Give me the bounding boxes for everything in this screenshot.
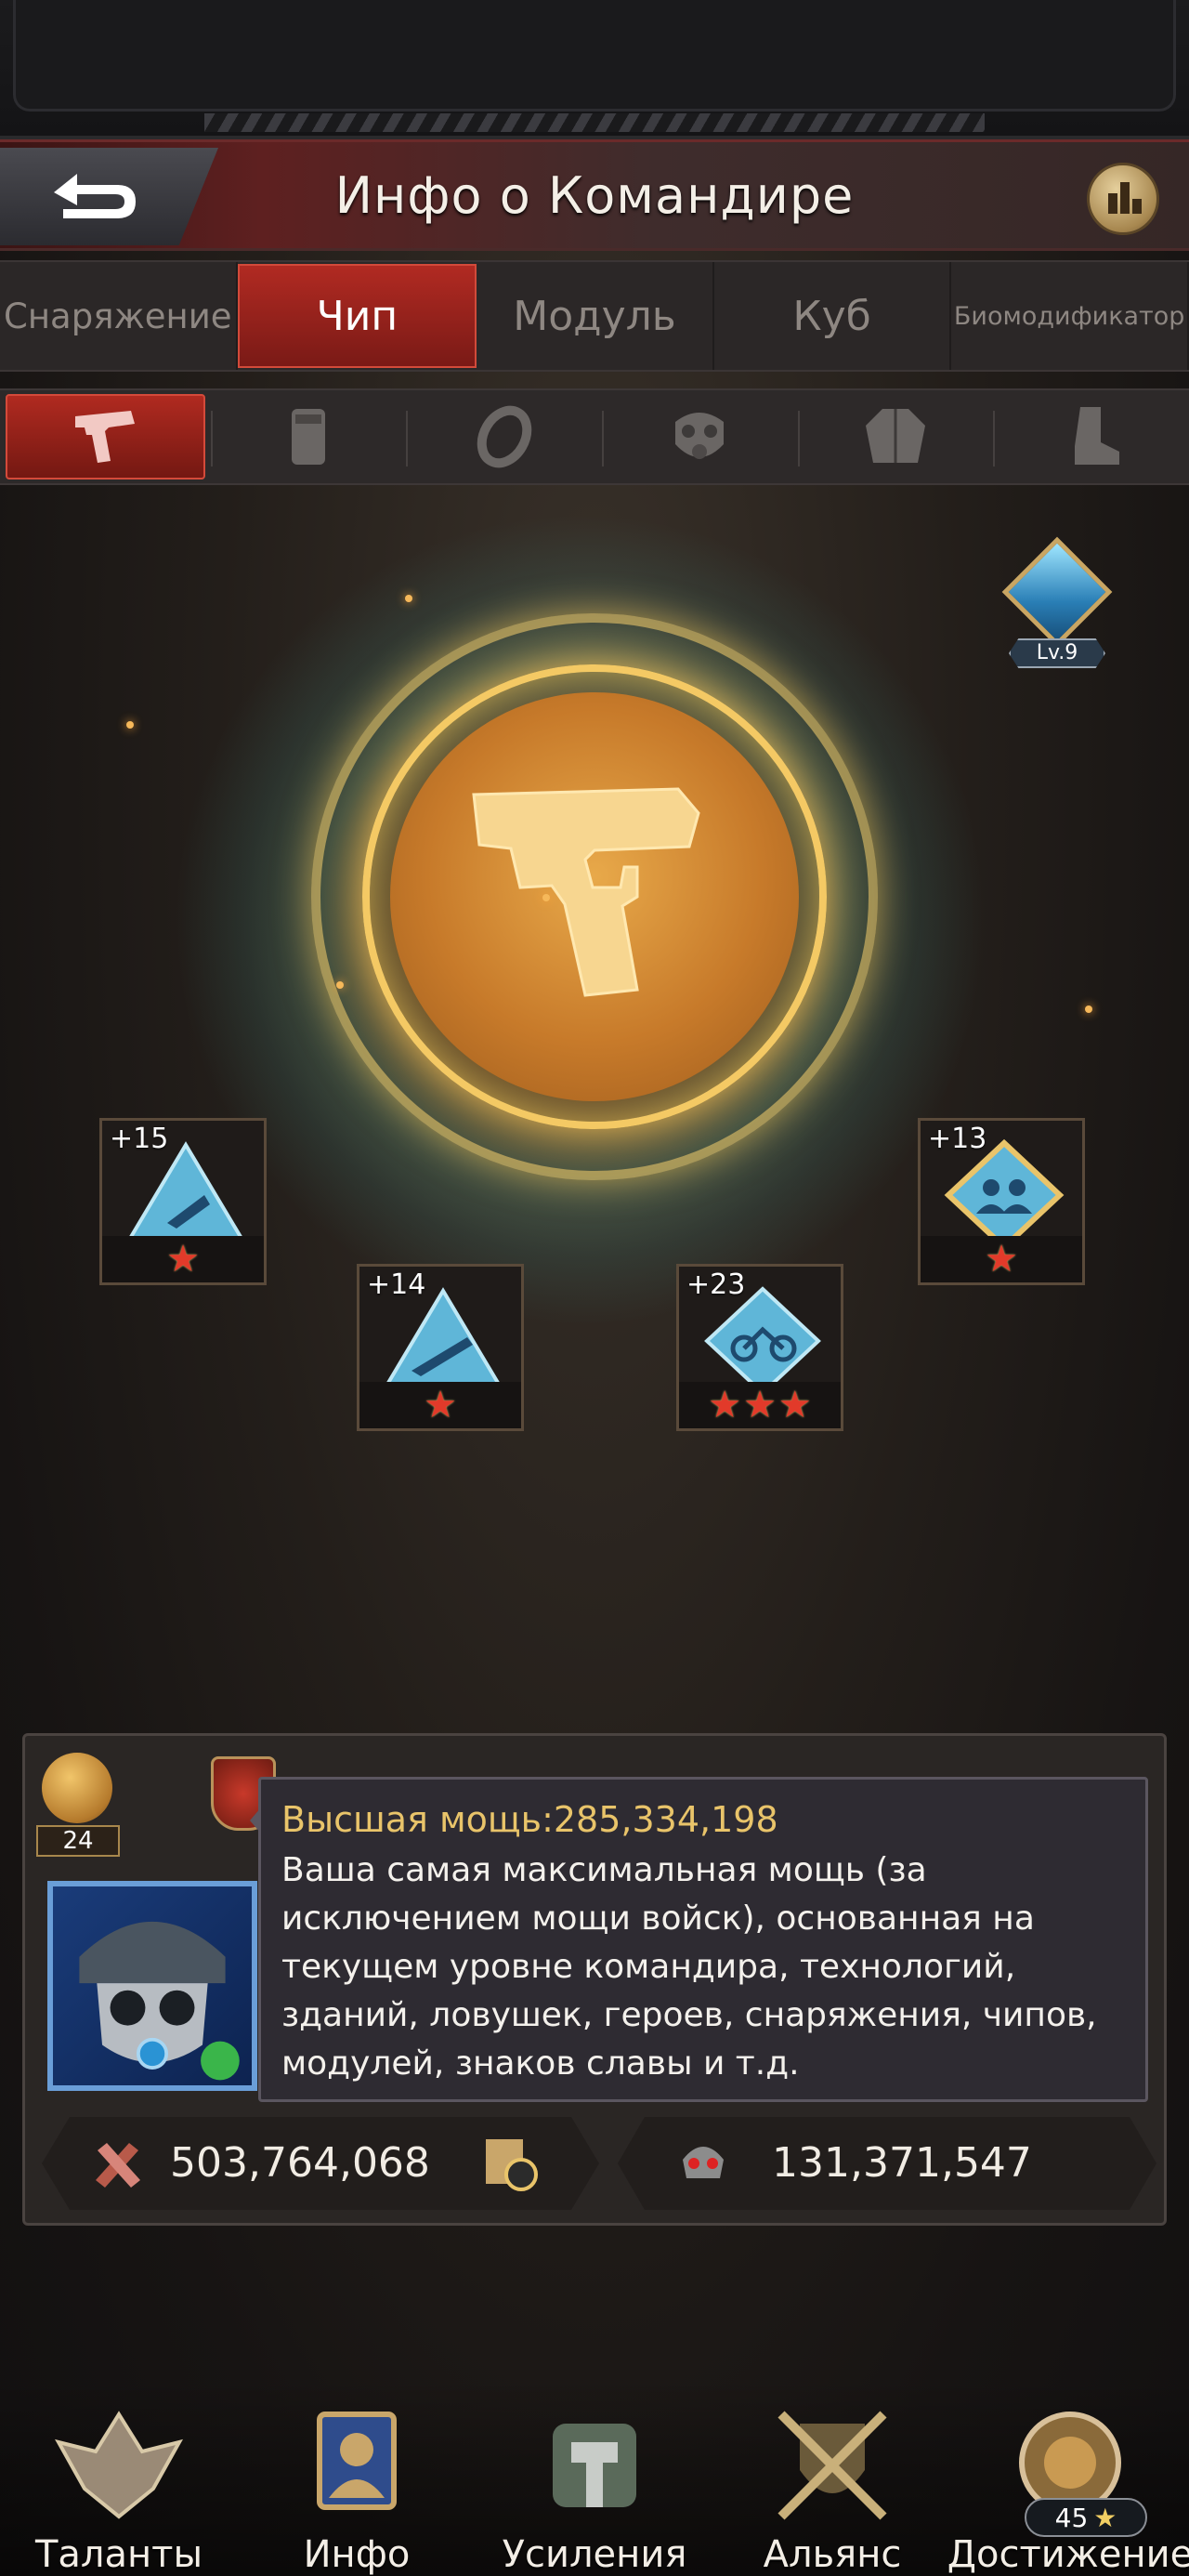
star-rating: ★	[102, 1236, 264, 1282]
nav-label: Таланты	[34, 2533, 203, 2576]
eagle-wings-icon	[54, 2411, 184, 2519]
spark-dot	[1085, 1005, 1092, 1013]
nav-info[interactable]: Инфо	[250, 2379, 464, 2576]
badge-count: 45	[1054, 2502, 1089, 2533]
star-icon: ★	[166, 1238, 200, 1281]
chip-bonus: +23	[686, 1268, 746, 1301]
pistol-icon	[75, 411, 136, 463]
chip-slot-4[interactable]: +13 ★	[918, 1118, 1085, 1285]
star-rating: ★	[921, 1236, 1082, 1282]
top-bezel	[0, 0, 1189, 139]
equipment-slot-bar	[0, 388, 1189, 485]
medal-badge[interactable]: 24	[36, 1753, 120, 1857]
slot-ring[interactable]	[406, 390, 602, 483]
jacket-icon	[866, 409, 926, 463]
spark-dot	[336, 981, 344, 989]
slot-armor[interactable]	[210, 390, 407, 483]
bottom-navigation: Таланты Инфо Усиления Альянс 45 ★ Достиже…	[0, 2379, 1189, 2576]
top-frame	[13, 0, 1176, 112]
commander-info-screen: Инфо о Командире Снаряжение Чип Модуль К…	[0, 0, 1189, 2576]
spark-dot	[542, 894, 550, 901]
slot-jacket[interactable]	[797, 390, 994, 483]
ranking-bar-icon	[1108, 193, 1117, 214]
commander-profile-icon	[317, 2412, 397, 2510]
star-icon: ★	[424, 1384, 457, 1426]
chip-bonus: +15	[110, 1123, 169, 1155]
chip-bonus: +13	[928, 1123, 987, 1155]
nav-label: Достижение	[947, 2533, 1189, 2576]
diamond-troops-chip-icon	[944, 1139, 1065, 1251]
kills-value: 131,371,547	[772, 2139, 1032, 2187]
nav-boosts[interactable]: Усиления	[488, 2379, 701, 2576]
chip-slot-3[interactable]: +23 ★ ★ ★	[676, 1264, 843, 1431]
chip-core[interactable]	[390, 692, 799, 1101]
pistol-icon	[472, 787, 700, 997]
power-value: 503,764,068	[170, 2139, 430, 2187]
slot-mask[interactable]	[602, 390, 798, 483]
star-icon: ★	[1093, 2502, 1117, 2533]
star-rating: ★ ★ ★	[679, 1382, 841, 1428]
armor-plate-icon	[292, 409, 325, 465]
nav-label: Усиления	[502, 2533, 687, 2576]
chip-bonus: +14	[367, 1268, 426, 1301]
max-power-tooltip: Высшая мощь:285,334,198 Ваша самая макси…	[250, 1777, 1148, 2102]
power-stats-row: 503,764,068 131,371,547	[42, 2117, 1156, 2210]
spark-dot	[126, 721, 134, 729]
nav-label: Альянс	[763, 2533, 902, 2576]
diamond-motorcycle-chip-icon	[704, 1286, 821, 1396]
medal-count: 24	[36, 1825, 120, 1857]
skull-icon	[683, 2147, 724, 2178]
hammer-icon	[553, 2424, 636, 2507]
star-rating: ★	[359, 1382, 521, 1428]
achievement-badge: 45 ★	[1025, 2498, 1147, 2537]
nav-label: Инфо	[303, 2533, 411, 2576]
tab-module[interactable]: Модуль	[477, 262, 714, 370]
power-boost-icon[interactable]	[480, 2134, 540, 2193]
nav-talents[interactable]: Таланты	[12, 2379, 226, 2576]
crossed-swords-shield-icon	[777, 2411, 887, 2520]
spark-dot	[405, 595, 412, 602]
triangle-rifle-chip-icon	[382, 1287, 504, 1389]
chip-level-badge[interactable]: Lv.9	[992, 536, 1122, 674]
tooltip-body: Ваша самая максимальная мощь (за исключе…	[281, 1851, 1097, 2083]
crossed-guns-icon	[96, 2143, 140, 2188]
star-icon: ★	[743, 1384, 777, 1426]
star-icon: ★	[708, 1384, 742, 1426]
ranking-bar-icon	[1132, 199, 1142, 214]
commander-avatar[interactable]	[47, 1881, 257, 2091]
soldier-gas-mask-portrait	[79, 1921, 240, 2081]
hazard-stripe	[204, 113, 985, 132]
star-icon: ★	[985, 1238, 1018, 1281]
slot-weapon[interactable]	[6, 394, 205, 480]
tab-cube[interactable]: Куб	[714, 262, 952, 370]
thumbs-up-medal-icon	[42, 1753, 112, 1823]
gas-mask-icon	[675, 413, 725, 459]
triangle-chip-icon	[124, 1141, 247, 1243]
page-title: Инфо о Командире	[334, 166, 855, 225]
ranking-bar-icon	[1120, 182, 1130, 214]
diamond-gem-icon	[1001, 536, 1113, 648]
tab-equipment[interactable]: Снаряжение	[0, 262, 238, 370]
category-tabs: Снаряжение Чип Модуль Куб Биомодификатор	[0, 260, 1189, 372]
star-icon: ★	[777, 1384, 812, 1426]
header-bar: Инфо о Командире	[0, 139, 1189, 251]
ranking-button[interactable]	[1087, 163, 1159, 235]
boot-icon	[1074, 407, 1119, 465]
nav-achievement[interactable]: 45 ★ Достижение	[947, 2379, 1189, 2576]
tab-chip[interactable]: Чип	[237, 264, 477, 368]
chip-slot-2[interactable]: +14 ★	[357, 1264, 524, 1431]
chip-slot-1[interactable]: +15 ★	[99, 1118, 267, 1285]
ring-icon	[477, 405, 531, 468]
nav-alliance[interactable]: Альянс	[725, 2379, 939, 2576]
tooltip-title: Высшая мощь:285,334,198	[281, 1799, 778, 1840]
level-label: Lv.9	[1009, 638, 1105, 668]
slot-boots[interactable]	[993, 390, 1189, 483]
tab-biomodifier[interactable]: Биомодификатор	[951, 262, 1189, 370]
